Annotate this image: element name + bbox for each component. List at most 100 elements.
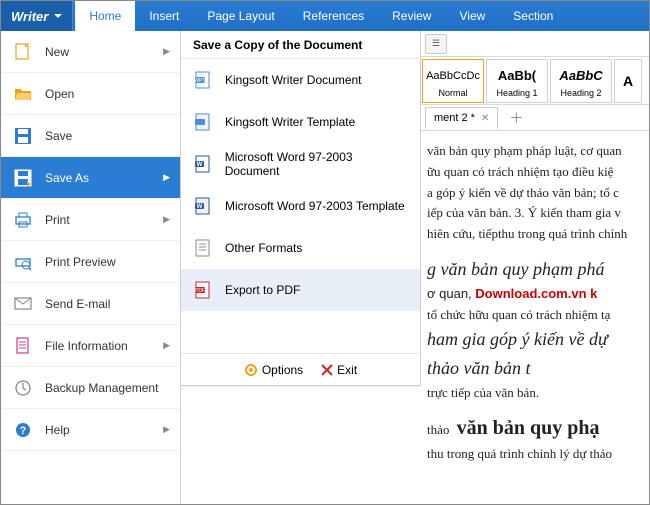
save-as-label: Export to PDF xyxy=(225,283,300,297)
close-icon xyxy=(321,364,333,376)
wpt-icon xyxy=(193,112,213,132)
style-name: Normal xyxy=(438,88,467,98)
menu-references[interactable]: References xyxy=(289,1,378,31)
save-as-word-doc[interactable]: W Microsoft Word 97-2003 Document xyxy=(181,143,420,185)
editor-area: ☰ AaBbCcDc Normal AaBb( Heading 1 AaBbC … xyxy=(421,31,649,504)
menu-home[interactable]: Home xyxy=(75,1,135,31)
doc-text: a góp ý kiến về dự thảo văn bản; tổ c xyxy=(427,183,643,204)
svg-text:?: ? xyxy=(20,425,27,437)
save-as-title: Save a Copy of the Document xyxy=(181,31,420,59)
menubar: Writer Home Insert Page Layout Reference… xyxy=(1,1,649,31)
doc-text: hiên cứu, tiếpthu trong quá trình chỉnh xyxy=(427,224,643,245)
options-label: Options xyxy=(262,363,303,377)
file-menu-help[interactable]: ? Help ▶ xyxy=(1,409,180,451)
file-menu-save-as[interactable]: Save As ▶ xyxy=(1,157,180,199)
app-name: Writer xyxy=(11,9,48,24)
file-menu-label: File Information xyxy=(45,339,128,353)
save-as-export-pdf[interactable]: PDF Export to PDF xyxy=(181,269,420,311)
file-menu-save[interactable]: Save xyxy=(1,115,180,157)
style-preview: AaBbCcDc xyxy=(426,64,480,88)
save-as-label: Other Formats xyxy=(225,241,302,255)
info-icon xyxy=(13,336,33,356)
style-more[interactable]: A xyxy=(614,59,642,103)
menu-page-layout[interactable]: Page Layout xyxy=(193,1,288,31)
save-as-other[interactable]: Other Formats xyxy=(181,227,420,269)
style-heading1[interactable]: AaBb( Heading 1 xyxy=(486,59,548,103)
file-menu-label: New xyxy=(45,45,69,59)
menu-review[interactable]: Review xyxy=(378,1,445,31)
save-as-word-tpl[interactable]: W Microsoft Word 97-2003 Template xyxy=(181,185,420,227)
new-tab-button[interactable]: ＋ xyxy=(506,108,526,128)
save-as-kingsoft-tpl[interactable]: Kingsoft Writer Template xyxy=(181,101,420,143)
save-as-kingsoft-doc[interactable]: WPS Kingsoft Writer Document xyxy=(181,59,420,101)
preview-icon xyxy=(13,252,33,272)
chevron-right-icon: ▶ xyxy=(163,214,170,225)
save-as-label: Microsoft Word 97-2003 Template xyxy=(225,199,405,213)
wps-icon: WPS xyxy=(193,70,213,90)
file-menu-backup[interactable]: Backup Management xyxy=(1,367,180,409)
file-menu-pane: New ▶ Open Save Save As ▶ Print ▶ Print … xyxy=(1,31,181,504)
options-button[interactable]: Options xyxy=(244,363,303,377)
save-as-panel: Save a Copy of the Document WPS Kingsoft… xyxy=(181,31,421,386)
document-tab[interactable]: ment 2 * ✕ xyxy=(425,107,498,129)
document-canvas[interactable]: văn bản quy phạm pháp luật, cơ quan ữu q… xyxy=(421,131,649,475)
chevron-right-icon: ▶ xyxy=(163,46,170,57)
file-menu-send-email[interactable]: Send E-mail xyxy=(1,283,180,325)
file-menu-open[interactable]: Open xyxy=(1,73,180,115)
file-menu-label: Send E-mail xyxy=(45,297,110,311)
doc-text: văn bản quy phạm pháp luật, cơ quan xyxy=(427,141,643,162)
style-preview: A xyxy=(623,69,633,93)
menu-view[interactable]: View xyxy=(445,1,499,31)
menu-section[interactable]: Section xyxy=(499,1,567,31)
save-icon xyxy=(13,126,33,146)
doc-text: trực tiếp của văn bản. xyxy=(427,383,643,404)
exit-button[interactable]: Exit xyxy=(321,363,357,377)
other-formats-icon xyxy=(193,238,213,258)
menu-insert[interactable]: Insert xyxy=(135,1,193,31)
gear-icon xyxy=(244,363,258,377)
save-as-label: Microsoft Word 97-2003 Document xyxy=(225,150,408,178)
document-tab-title: ment 2 * xyxy=(434,112,475,124)
style-preview: AaBbC xyxy=(559,64,602,88)
style-preview: AaBb( xyxy=(498,64,536,88)
file-menu-print[interactable]: Print ▶ xyxy=(1,199,180,241)
file-menu-label: Backup Management xyxy=(45,381,158,395)
file-menu-label: Open xyxy=(45,87,74,101)
style-normal[interactable]: AaBbCcDc Normal xyxy=(422,59,484,103)
exit-label: Exit xyxy=(337,363,357,377)
doc-text: iếp của văn bản. 3. Ý kiến tham gia v xyxy=(427,203,643,224)
new-icon xyxy=(13,42,33,62)
doc-text: tổ chức hữu quan có trách nhiệm tạ xyxy=(427,305,643,326)
file-menu-label: Save xyxy=(45,129,72,143)
ribbon-quick-row: ☰ xyxy=(421,31,649,57)
saveas-icon xyxy=(13,168,33,188)
close-icon[interactable]: ✕ xyxy=(481,113,489,124)
file-menu-file-info[interactable]: File Information ▶ xyxy=(1,325,180,367)
svg-text:W: W xyxy=(197,162,203,168)
style-heading2[interactable]: AaBbC Heading 2 xyxy=(550,59,612,103)
ribbon-structure-icon[interactable]: ☰ xyxy=(425,34,447,54)
file-menu-label: Help xyxy=(45,423,70,437)
svg-text:WPS: WPS xyxy=(194,78,206,84)
style-name: Heading 1 xyxy=(496,88,537,98)
styles-gallery: AaBbCcDc Normal AaBb( Heading 1 AaBbC He… xyxy=(421,57,649,105)
file-menu-label: Print Preview xyxy=(45,255,116,269)
doc-text: ham gia góp ý kiến về dự thảo văn bản t xyxy=(427,325,643,383)
file-menu-print-preview[interactable]: Print Preview xyxy=(1,241,180,283)
doc-text: ơ quan, Download.com.vn k xyxy=(427,284,643,305)
save-as-label: Kingsoft Writer Document xyxy=(225,73,362,87)
file-menu-label: Print xyxy=(45,213,70,227)
app-brand[interactable]: Writer xyxy=(1,1,73,31)
dot-icon: W xyxy=(193,196,213,216)
help-icon: ? xyxy=(13,420,33,440)
open-icon xyxy=(13,84,33,104)
mail-icon xyxy=(13,294,33,314)
chevron-right-icon: ▶ xyxy=(163,172,170,183)
print-icon xyxy=(13,210,33,230)
save-as-label: Kingsoft Writer Template xyxy=(225,115,355,129)
chevron-down-icon xyxy=(54,14,62,18)
chevron-right-icon: ▶ xyxy=(163,424,170,435)
file-menu-label: Save As xyxy=(45,171,89,185)
doc-text: g văn bản quy phạm phá xyxy=(427,255,643,284)
file-menu-new[interactable]: New ▶ xyxy=(1,31,180,73)
